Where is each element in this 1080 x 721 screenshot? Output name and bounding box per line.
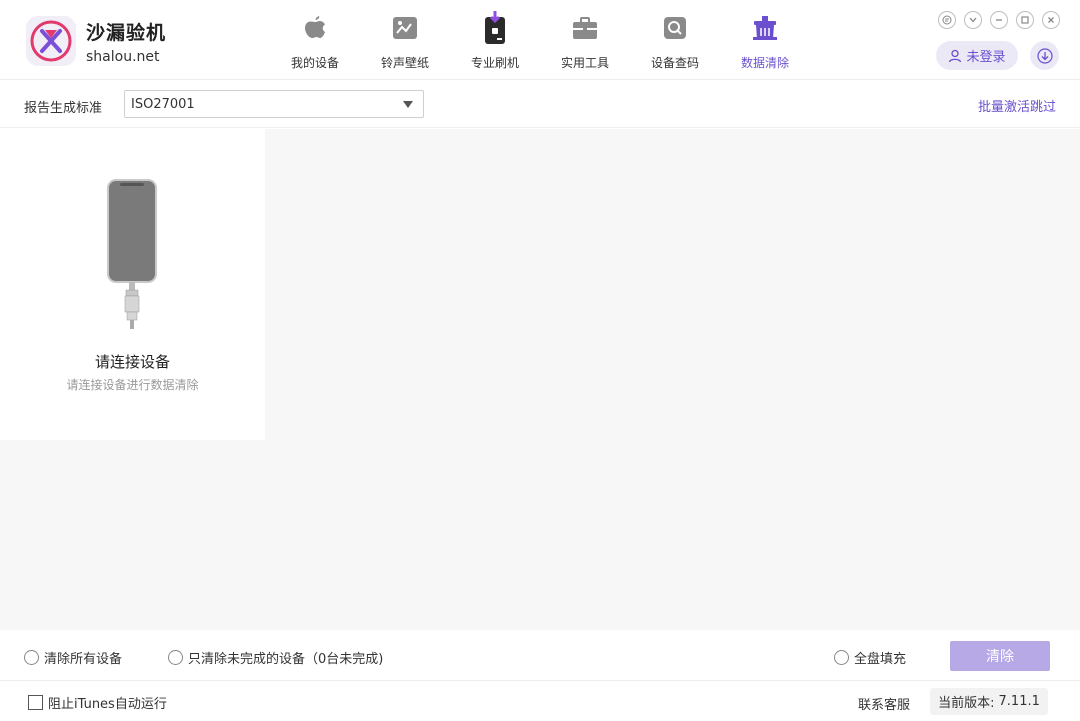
chevron-down-icon xyxy=(403,101,413,108)
app-subtitle: shalou.net xyxy=(86,49,160,65)
nav-label: 专业刷机 xyxy=(470,56,519,70)
login-label: 未登录 xyxy=(966,50,1006,65)
report-standard-label: 报告生成标准 xyxy=(24,101,103,116)
user-icon xyxy=(949,49,962,62)
radio-circle xyxy=(168,650,183,665)
clean-icon xyxy=(751,13,779,43)
app-title: 沙漏验机 xyxy=(86,22,167,44)
batch-activation-skip-link[interactable]: 批量激活跳过 xyxy=(978,96,1056,115)
action-bar: 清除所有设备 只清除未完成的设备（0台未完成) 全盘填充 清除 xyxy=(0,630,1080,681)
header: 沙漏验机 shalou.net 我的设备 铃声壁纸 专业刷机 实用工具 设备查码… xyxy=(0,0,1080,80)
contact-support-link[interactable]: 联系客服 xyxy=(858,694,910,713)
nav-label: 实用工具 xyxy=(560,56,609,70)
nav-label: 设备查码 xyxy=(650,56,699,70)
nav-ringtone-wallpaper[interactable]: 铃声壁纸 xyxy=(360,0,450,80)
clear-button[interactable]: 清除 xyxy=(950,641,1050,671)
block-itunes-label: 阻止iTunes自动运行 xyxy=(48,697,167,712)
device-area: 请连接设备 请连接设备进行数据清除 xyxy=(0,129,1080,630)
report-standard-select[interactable]: ISO27001 xyxy=(124,90,424,118)
block-itunes-checkbox[interactable]: 阻止iTunes自动运行 xyxy=(28,693,167,712)
phone-connect-icon xyxy=(103,179,161,335)
report-toolbar: 报告生成标准 ISO27001 批量激活跳过 xyxy=(0,81,1080,128)
window-controls xyxy=(938,11,1060,29)
clear-all-label: 清除所有设备 xyxy=(44,652,123,667)
maximize-icon[interactable] xyxy=(1016,11,1034,29)
nav-device-lookup[interactable]: 设备查码 xyxy=(630,0,720,80)
version-badge: 当前版本: 7.11.1 xyxy=(930,688,1048,715)
report-standard-value: ISO27001 xyxy=(131,97,195,112)
nav-label: 我的设备 xyxy=(290,56,339,70)
version-value: 7.11.1 xyxy=(998,694,1040,709)
download-icon xyxy=(1036,47,1053,64)
checkbox-box xyxy=(28,695,43,710)
clear-all-radio[interactable]: 清除所有设备 xyxy=(24,648,122,667)
wallpaper-icon xyxy=(391,13,419,43)
minimize-icon[interactable] xyxy=(990,11,1008,29)
radio-circle xyxy=(834,650,849,665)
app-logo xyxy=(26,16,76,66)
full-fill-label: 全盘填充 xyxy=(854,652,907,667)
close-icon[interactable] xyxy=(1042,11,1060,29)
feedback-icon[interactable] xyxy=(938,11,956,29)
device-card[interactable]: 请连接设备 请连接设备进行数据清除 xyxy=(0,129,265,440)
flash-icon xyxy=(481,11,509,44)
version-label: 当前版本: xyxy=(938,696,995,711)
nav-label: 数据清除 xyxy=(740,56,789,70)
connect-device-hint: 请连接设备进行数据清除 xyxy=(66,378,199,392)
chevron-down-icon[interactable] xyxy=(964,11,982,29)
radio-circle xyxy=(24,650,39,665)
apple-icon xyxy=(301,13,329,43)
nav-label: 铃声壁纸 xyxy=(380,56,429,70)
search-icon xyxy=(661,13,689,43)
main-nav: 我的设备 铃声壁纸 专业刷机 实用工具 设备查码 数据清除 xyxy=(270,0,810,80)
toolbox-icon xyxy=(571,13,599,43)
clear-unfinished-label: 只清除未完成的设备（0台未完成) xyxy=(188,652,384,667)
clear-unfinished-radio[interactable]: 只清除未完成的设备（0台未完成) xyxy=(168,648,383,667)
nav-my-device[interactable]: 我的设备 xyxy=(270,0,360,80)
connect-device-title: 请连接设备 xyxy=(94,353,170,371)
login-button[interactable]: 未登录 xyxy=(936,41,1018,70)
nav-data-wipe[interactable]: 数据清除 xyxy=(720,0,810,80)
nav-tools[interactable]: 实用工具 xyxy=(540,0,630,80)
download-button[interactable] xyxy=(1030,41,1059,70)
footer: 阻止iTunes自动运行 联系客服 当前版本: 7.11.1 xyxy=(0,682,1080,721)
nav-pro-flash[interactable]: 专业刷机 xyxy=(450,0,540,80)
full-fill-radio[interactable]: 全盘填充 xyxy=(834,648,906,667)
